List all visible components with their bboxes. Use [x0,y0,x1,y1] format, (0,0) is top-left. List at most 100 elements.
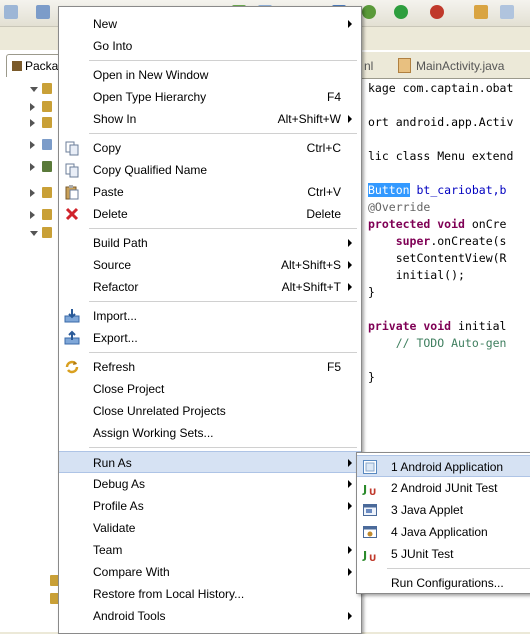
menu-item-copy[interactable]: Copy Ctrl+C [59,137,361,159]
menu-item-source[interactable]: Source Alt+Shift+S [59,254,361,276]
submenu-item-4-java-application[interactable]: 4 Java Application [357,521,530,543]
tree-item[interactable] [30,186,54,200]
code-token: lic class Menu extend [368,149,514,163]
menu-item-android-tools[interactable]: Android Tools [59,605,361,627]
submenu-item-3-java-applet[interactable]: 3 Java Applet [357,499,530,521]
library-icon [42,139,52,150]
code-line[interactable]: } [368,369,530,386]
menu-item-label: Close Unrelated Projects [93,404,226,418]
menu-item-paste[interactable]: Paste Ctrl+V [59,181,361,203]
menu-item-build-path[interactable]: Build Path [59,232,361,254]
menu-item-team[interactable]: Team [59,539,361,561]
menu-item-restore-from-local-history[interactable]: Restore from Local History... [59,583,361,605]
new-class-icon[interactable] [500,5,514,19]
menu-item-label: Restore from Local History... [93,587,245,601]
code-line[interactable]: lic class Menu extend [368,148,530,165]
submenu-arrow-icon [348,502,352,510]
tree-item[interactable] [30,226,54,240]
menu-item-label: Open in New Window [93,68,209,82]
menu-item-label: Assign Working Sets... [93,426,214,440]
submenu-item-5-junit-test[interactable]: JU 5 JUnit Test [357,543,530,565]
folder-icon [42,227,52,238]
package-explorer-tab[interactable]: Packa [6,54,62,77]
code-line[interactable]: ort android.app.Activ [368,114,530,131]
run-icon[interactable] [394,5,408,19]
menu-item-compare-with[interactable]: Compare With [59,561,361,583]
tree-item[interactable] [30,100,54,114]
code-token: protected void [368,217,472,231]
export-icon [64,330,80,346]
code-line[interactable]: super.onCreate(s [368,233,530,250]
folder-icon [42,209,52,220]
menu-item-go-into[interactable]: Go Into [59,35,361,57]
new-icon[interactable] [4,5,18,19]
menu-item-label: Debug As [93,477,146,491]
menu-item-label: Show In [93,112,137,126]
collapse-arrow-icon[interactable] [30,189,35,197]
expand-arrow-icon[interactable] [30,231,38,236]
menu-item-debug-as[interactable]: Debug As [59,473,361,495]
code-line[interactable] [368,301,530,318]
menu-item-refactor[interactable]: Refactor Alt+Shift+T [59,276,361,298]
save-icon[interactable] [36,5,50,19]
editor-tab-partial[interactable]: nl [364,56,373,76]
code-line[interactable]: protected void onCre [368,216,530,233]
collapse-arrow-icon[interactable] [30,163,35,171]
tree-item[interactable] [30,160,54,174]
code-line[interactable] [368,165,530,182]
tree-item[interactable] [30,82,54,96]
editor-tab-mainactivity[interactable]: MainActivity.java [398,56,504,76]
collapse-arrow-icon[interactable] [30,141,35,149]
code-line[interactable]: // TODO Auto-gen [368,335,530,352]
menu-item-open-type-hierarchy[interactable]: Open Type Hierarchy F4 [59,86,361,108]
menu-item-profile-as[interactable]: Profile As [59,495,361,517]
library-icon [42,161,52,172]
menu-item-close-unrelated-projects[interactable]: Close Unrelated Projects [59,400,361,422]
menu-item-assign-working-sets[interactable]: Assign Working Sets... [59,422,361,444]
code-line[interactable]: initial(); [368,267,530,284]
menu-item-refresh[interactable]: Refresh F5 [59,356,361,378]
menu-item-open-in-new-window[interactable]: Open in New Window [59,64,361,86]
menu-item-shortcut: Ctrl+V [307,185,341,199]
menu-item-label: Import... [93,309,138,323]
menu-item-label: Android Tools [93,609,166,623]
tree-item[interactable] [30,208,54,222]
collapse-arrow-icon[interactable] [30,119,35,127]
code-line[interactable]: @Override [368,199,530,216]
code-line[interactable] [368,131,530,148]
debug-icon[interactable] [362,5,376,19]
submenu-item-label: 1 Android Application [391,460,504,474]
submenu-item-1-android-application[interactable]: 1 Android Application [357,455,530,477]
new-package-icon[interactable] [474,5,488,19]
menu-item-export[interactable]: Export... [59,327,361,349]
menu-item-close-project[interactable]: Close Project [59,378,361,400]
menu-item-delete[interactable]: Delete Delete [59,203,361,225]
menu-item-copy-qualified-name[interactable]: Copy Qualified Name [59,159,361,181]
code-line[interactable]: kage com.captain.obat [368,80,530,97]
menu-item-run-as[interactable]: Run As [59,451,361,473]
expand-arrow-icon[interactable] [30,87,38,92]
code-line[interactable] [368,97,530,114]
submenu-item-2-android-junit-test[interactable]: JU 2 Android JUnit Test [357,477,530,499]
code-line[interactable]: private void initial [368,318,530,335]
menu-item-import[interactable]: Import... [59,305,361,327]
menu-item-label: Open Type Hierarchy [93,90,207,104]
submenu-item-run-configurations[interactable]: Run Configurations... [357,572,530,594]
menu-item-validate[interactable]: Validate [59,517,361,539]
menu-item-label: Run As [93,456,132,470]
menu-item-new[interactable]: New [59,13,361,35]
code-line[interactable] [368,352,530,369]
code-token: // TODO Auto-gen [368,336,507,350]
collapse-arrow-icon[interactable] [30,103,35,111]
menu-item-label: Refactor [93,280,139,294]
code-content[interactable]: kage com.captain.obat ort android.app.Act… [368,80,530,386]
code-line[interactable]: Button bt_cariobat,b [368,182,530,199]
menu-item-show-in[interactable]: Show In Alt+Shift+W [59,108,361,130]
tree-item[interactable] [30,116,54,130]
code-line[interactable]: } [368,284,530,301]
code-line[interactable]: setContentView(R [368,250,530,267]
external-tools-icon[interactable] [430,5,444,19]
collapse-arrow-icon[interactable] [30,211,35,219]
code-token: .onCreate(s [430,234,507,248]
tree-item[interactable] [30,138,54,152]
